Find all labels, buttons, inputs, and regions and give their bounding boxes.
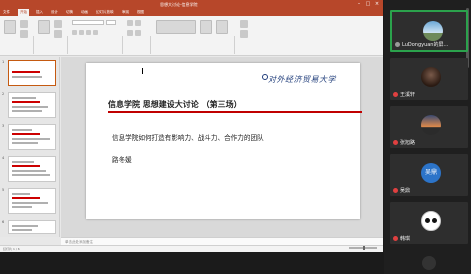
university-logo-text: 对外经济贸易大学 bbox=[268, 75, 336, 84]
mic-muted-icon bbox=[393, 236, 398, 241]
participant-tile[interactable]: 韩琪 bbox=[390, 202, 468, 244]
participant-tile[interactable]: 王溪轩 bbox=[390, 58, 468, 100]
avatar bbox=[423, 21, 443, 41]
avatar bbox=[421, 115, 441, 135]
tab-animations[interactable]: 动画 bbox=[81, 9, 88, 16]
arrange-button[interactable] bbox=[200, 20, 212, 34]
participant-name: 吴鼎 bbox=[400, 188, 411, 194]
bullets-icon[interactable] bbox=[127, 20, 133, 26]
font-color-icon[interactable] bbox=[93, 30, 98, 35]
thumb-number: 1 bbox=[2, 60, 5, 64]
tab-slideshow[interactable]: 幻灯片放映 bbox=[96, 9, 114, 16]
title-bar: 思想大讨论-信息学院 – □ × bbox=[0, 0, 383, 9]
ribbon-toolbar bbox=[0, 16, 383, 56]
avatar bbox=[421, 211, 441, 231]
tab-home[interactable]: 开始 bbox=[18, 9, 29, 16]
participant-name: 张旭路 bbox=[400, 140, 416, 146]
close-icon[interactable]: × bbox=[374, 1, 380, 7]
copy-icon[interactable] bbox=[20, 30, 28, 38]
meeting-screen: 思想大讨论-信息学院 – □ × 文件 开始 插入 设计 切换 动画 幻灯片放映… bbox=[0, 0, 471, 274]
replace-icon[interactable] bbox=[240, 30, 248, 38]
text-cursor bbox=[142, 68, 143, 74]
slide-counter: 幻灯片 1 / 6 bbox=[3, 247, 20, 251]
thumb-number: 3 bbox=[2, 124, 5, 128]
thumb-slide-4[interactable] bbox=[8, 156, 56, 182]
mic-muted-icon bbox=[393, 188, 398, 193]
italic-icon[interactable] bbox=[79, 30, 84, 35]
paste-button[interactable] bbox=[4, 20, 16, 34]
title-divider bbox=[108, 111, 362, 113]
participant-tile[interactable]: LuDongyuan的屏... bbox=[390, 10, 468, 52]
tab-transitions[interactable]: 切换 bbox=[66, 9, 73, 16]
current-slide[interactable]: 对外经济贸易大学 信息学院 思想建设大讨论 （第三场） 信息学院如何打造有影响力… bbox=[86, 63, 362, 219]
numbering-icon[interactable] bbox=[135, 20, 141, 26]
thumb-slide-6[interactable] bbox=[8, 220, 56, 234]
participant-tile[interactable]: 张旭路 bbox=[390, 106, 468, 148]
tab-insert[interactable]: 插入 bbox=[36, 9, 43, 16]
slide-title[interactable]: 信息学院 思想建设大讨论 （第三场） bbox=[108, 99, 242, 110]
align-left-icon[interactable] bbox=[127, 30, 133, 36]
new-slide-button[interactable] bbox=[38, 20, 50, 34]
underline-icon[interactable] bbox=[86, 30, 91, 35]
thumb-slide-3[interactable] bbox=[8, 124, 56, 150]
font-family-select[interactable] bbox=[72, 20, 104, 25]
document-title: 思想大讨论-信息学院 bbox=[160, 2, 198, 7]
participant-name: 韩琪 bbox=[400, 236, 411, 242]
presentation-window: 思想大讨论-信息学院 – □ × 文件 开始 插入 设计 切换 动画 幻灯片放映… bbox=[0, 0, 383, 252]
slide-author[interactable]: 路冬媛 bbox=[112, 154, 132, 164]
slide-subtitle[interactable]: 信息学院如何打造有影响力、战斗力、合作力的团队 bbox=[112, 132, 264, 142]
quick-styles-button[interactable] bbox=[216, 20, 228, 34]
cut-icon[interactable] bbox=[20, 20, 28, 28]
thumb-number: 2 bbox=[2, 92, 5, 96]
shapes-gallery[interactable] bbox=[156, 20, 196, 34]
participant-name: 王溪轩 bbox=[400, 92, 416, 98]
reset-icon[interactable] bbox=[54, 30, 62, 38]
thumb-number: 6 bbox=[2, 220, 5, 224]
status-bar: 幻灯片 1 / 6 bbox=[0, 245, 383, 252]
avatar bbox=[421, 67, 441, 87]
font-size-select[interactable] bbox=[106, 20, 116, 25]
tab-file[interactable]: 文件 bbox=[3, 9, 10, 16]
avatar: 吴鼎 bbox=[421, 163, 441, 183]
tab-view[interactable]: 视图 bbox=[137, 9, 144, 16]
notes-pane[interactable]: 单击此处添加备注 bbox=[61, 237, 383, 245]
mic-on-icon bbox=[395, 42, 400, 47]
slide-thumbnails: 1 2 3 4 5 6 bbox=[0, 57, 60, 237]
tab-review[interactable]: 审阅 bbox=[122, 9, 129, 16]
tab-design[interactable]: 设计 bbox=[51, 9, 58, 16]
mic-muted-icon bbox=[393, 92, 398, 97]
layout-icon[interactable] bbox=[54, 20, 62, 28]
mic-muted-icon bbox=[393, 140, 398, 145]
thumb-number: 5 bbox=[2, 188, 5, 192]
thumb-slide-2[interactable] bbox=[8, 92, 56, 118]
participant-name: LuDongyuan的屏... bbox=[402, 42, 449, 48]
zoom-slider[interactable] bbox=[349, 246, 377, 250]
thumb-number: 4 bbox=[2, 156, 5, 160]
maximize-icon[interactable]: □ bbox=[365, 1, 371, 7]
thumb-slide-5[interactable] bbox=[8, 188, 56, 214]
thumb-slide-1[interactable] bbox=[8, 60, 56, 86]
minimize-icon[interactable]: – bbox=[356, 1, 362, 7]
align-center-icon[interactable] bbox=[135, 30, 141, 36]
participants-panel: LuDongyuan的屏... 王溪轩 张旭路 吴鼎 吴鼎 韩琪 bbox=[384, 0, 471, 274]
find-icon[interactable] bbox=[240, 20, 248, 28]
ribbon-tabs: 文件 开始 插入 设计 切换 动画 幻灯片放映 审阅 视图 bbox=[0, 9, 383, 16]
more-participants-indicator[interactable] bbox=[422, 256, 436, 270]
participant-tile[interactable]: 吴鼎 吴鼎 bbox=[390, 154, 468, 196]
bold-icon[interactable] bbox=[72, 30, 77, 35]
